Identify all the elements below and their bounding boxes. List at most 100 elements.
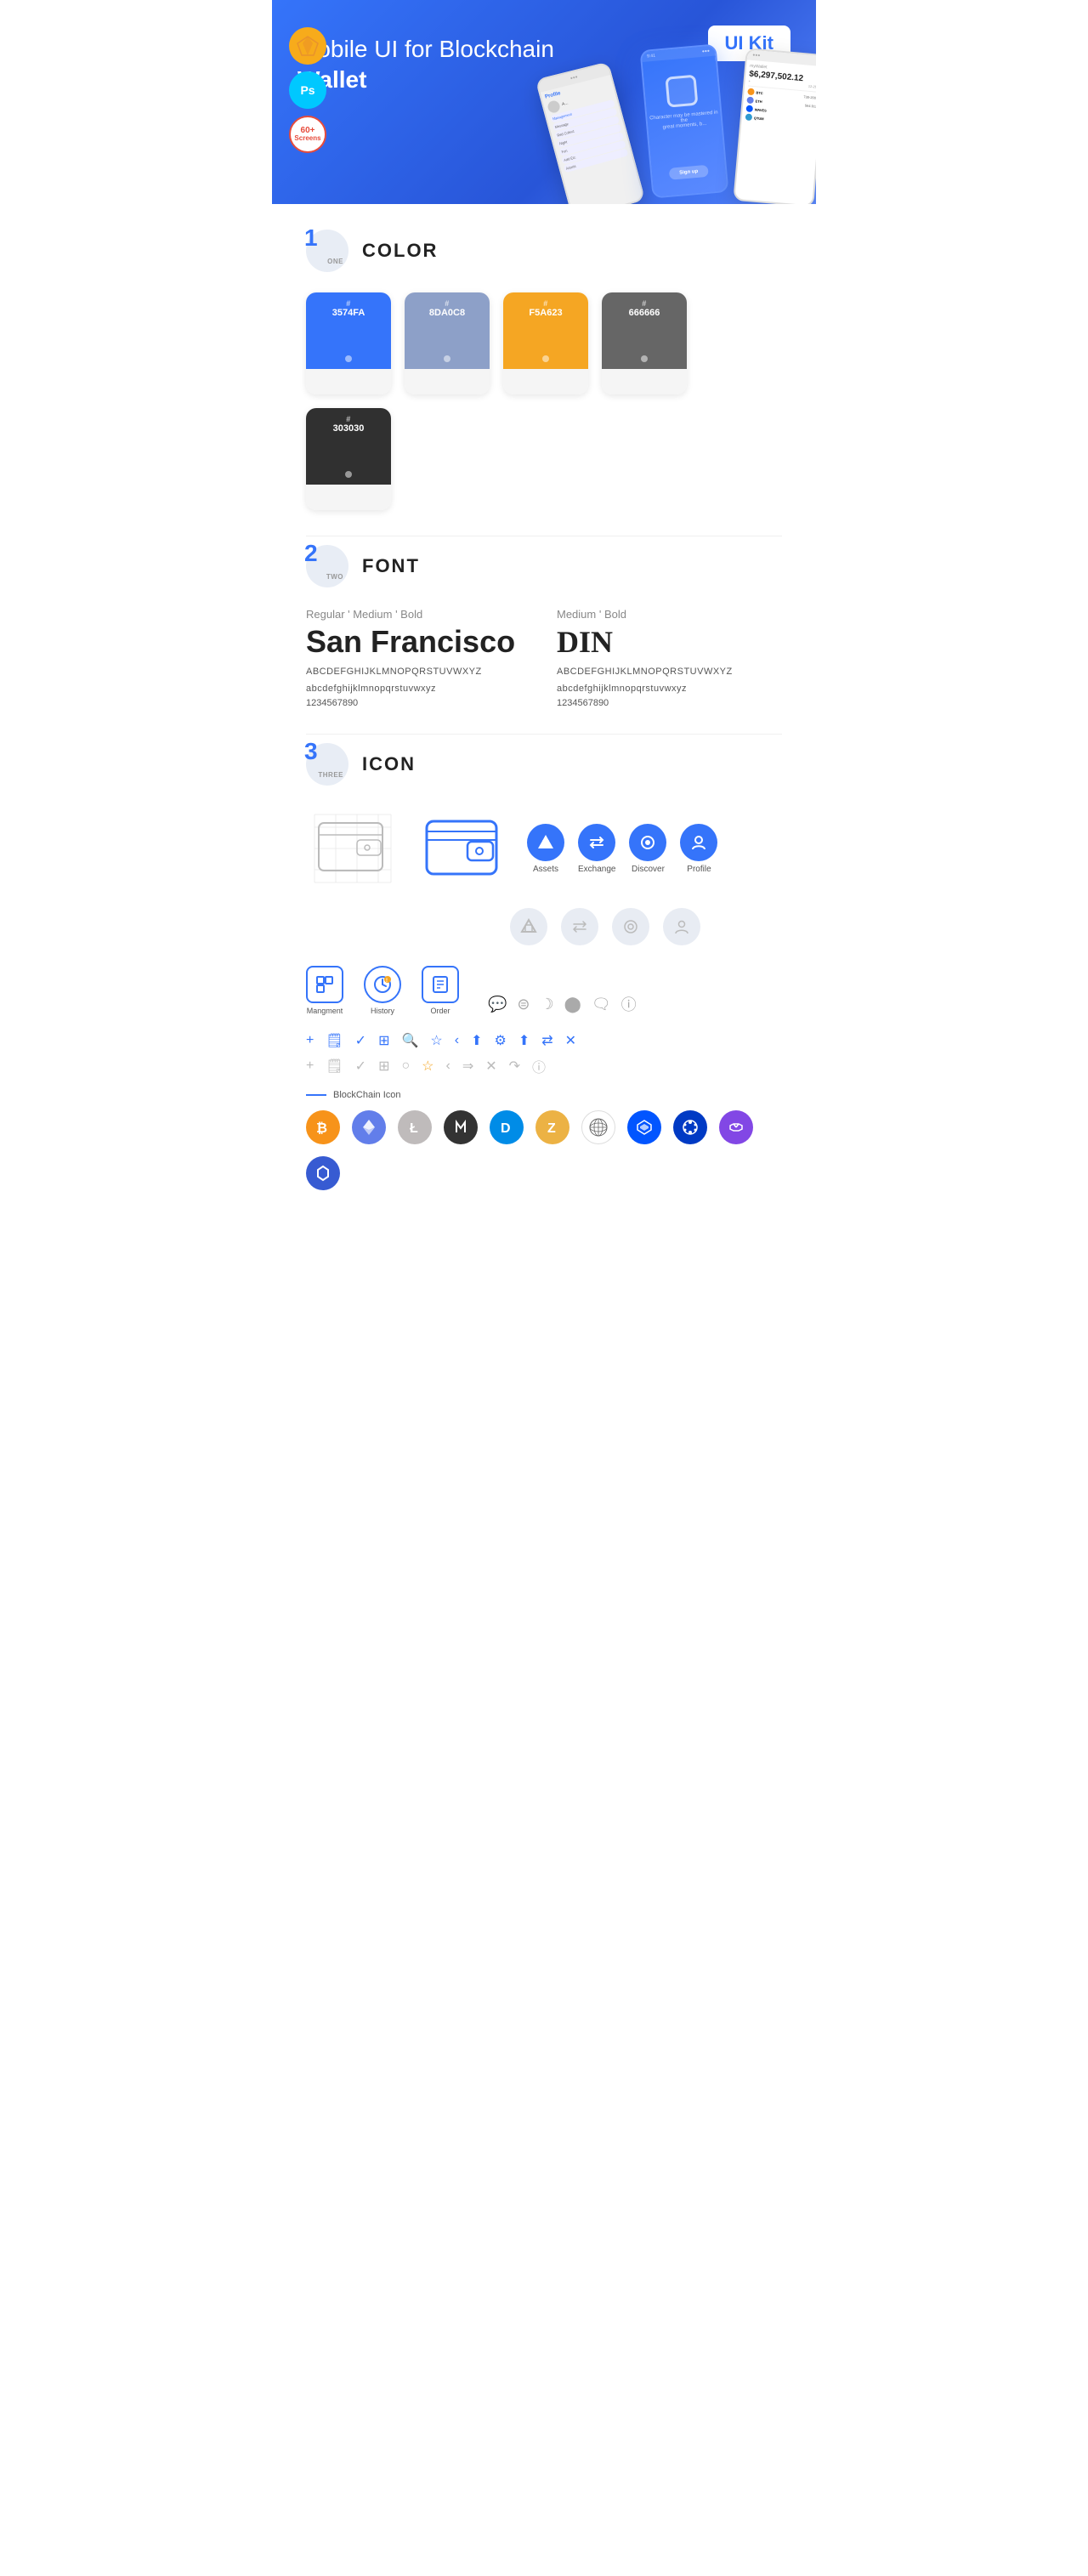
message-icon: 🗨 (592, 996, 611, 1013)
settings-icon: ⚙ (494, 1032, 506, 1049)
ghost-assets-icon (510, 908, 547, 945)
font-sf-name: San Francisco (306, 624, 531, 660)
ghost-plus-icon: + (306, 1058, 314, 1074)
color-section: 1 ONE COLOR # 3574FA # 8DA0C8 # F5A623 (272, 204, 816, 536)
color-section-header: 1 ONE COLOR (306, 230, 782, 272)
nav-profile-label: Profile (687, 865, 711, 874)
font-din-lower: abcdefghijklmnopqrstuvwxyz (557, 682, 782, 697)
svg-text:!: ! (386, 979, 388, 984)
moon-icon: ☽ (541, 996, 554, 1013)
ghost-check-icon: ✓ (355, 1058, 366, 1075)
blockchain-line (306, 1094, 326, 1096)
wallet-filled (416, 806, 510, 891)
ghost-profile-icon (663, 908, 700, 945)
nav-icons-ghost-row (510, 908, 782, 945)
wallet-wireframe (306, 806, 400, 891)
search-icon: 🔍 (401, 1032, 418, 1049)
color-swatches: # 3574FA # 8DA0C8 # F5A623 # (306, 292, 782, 510)
history-icon: ! (364, 966, 401, 1003)
chainlink-icon (306, 1156, 340, 1190)
svg-text:D: D (501, 1121, 511, 1136)
ghost-star-icon: ☆ (422, 1058, 434, 1075)
font-section-header: 2 TWO FONT (306, 545, 782, 587)
order-label: Order (430, 1007, 450, 1015)
chat-icon: 💬 (488, 996, 507, 1013)
cardano-icon (673, 1110, 707, 1144)
info-icon: ⓘ (621, 993, 637, 1015)
exchange-icon (578, 824, 615, 861)
litecoin-icon: Ł (398, 1110, 432, 1144)
color-swatch-dark: # 303030 (306, 408, 391, 510)
font-sf-upper: ABCDEFGHIJKLMNOPQRSTUVWXYZ (306, 665, 531, 680)
color-swatch-gray: # 666666 (602, 292, 687, 394)
nav-exchange-label: Exchange (578, 865, 615, 874)
font-section: 2 TWO FONT Regular ' Medium ' Bold San F… (272, 536, 816, 734)
zcash-icon: Z (536, 1110, 570, 1144)
neo-icon (444, 1110, 478, 1144)
swap-icon: ⇄ (541, 1032, 552, 1049)
svg-text:₿: ₿ (316, 1121, 327, 1136)
ghost-tool-icons-row: + 🗒 ✓ ⊞ ○ ☆ ‹ ⇒ ✕ ↷ ⓘ (306, 1056, 782, 1076)
ghost-x-icon: ✕ (485, 1058, 496, 1075)
polygon-icon (719, 1110, 753, 1144)
ghost-redo-icon: ↷ (509, 1058, 520, 1075)
profile-icon (680, 824, 717, 861)
layers-icon: ⊜ (517, 996, 530, 1013)
back-icon: ‹ (455, 1033, 459, 1048)
nav-assets-label: Assets (533, 865, 558, 874)
management-label: Mangment (307, 1007, 343, 1015)
phone-mockups: ●●● Profile A... Management Message Red … (493, 17, 816, 204)
ps-badge: Ps (289, 71, 326, 109)
hero-section: Mobile UI for Blockchain Wallet UI Kit P… (272, 0, 816, 204)
nav-icon-profile: Profile (680, 824, 717, 874)
mgmt-icon-management: Mangment (306, 966, 343, 1015)
ghost-search-icon: ○ (401, 1058, 410, 1074)
upload-icon: ⬆ (518, 1032, 530, 1049)
hero-badges: Ps 60+Screens (289, 27, 326, 153)
wallet-icons-row: Assets Exchange Discover Profile (306, 806, 782, 891)
management-icon (306, 966, 343, 1003)
icon-section-header: 3 THREE ICON (306, 743, 782, 786)
ethereum-icon (352, 1110, 386, 1144)
font-din-name: DIN (557, 624, 782, 660)
ghost-exchange-icon (561, 908, 598, 945)
waves-icon (627, 1110, 661, 1144)
ghost-discover-icon (612, 908, 649, 945)
font-din: Medium ' Bold DIN ABCDEFGHIJKLMNOPQRSTUV… (557, 608, 782, 708)
svg-text:Ł: Ł (410, 1121, 418, 1136)
icon-section: 3 THREE ICON (272, 735, 816, 1216)
color-swatch-slate: # 8DA0C8 (405, 292, 490, 394)
nav-icon-assets: Assets (527, 824, 564, 874)
font-title: FONT (362, 555, 420, 577)
qr-icon: ⊞ (378, 1032, 389, 1049)
assets-icon (527, 824, 564, 861)
nav-icon-discover: Discover (629, 824, 666, 874)
ghost-info-icon: ⓘ (532, 1056, 546, 1076)
mgmt-icon-order: Order (422, 966, 459, 1015)
font-din-nums: 1234567890 (557, 698, 782, 708)
font-sf: Regular ' Medium ' Bold San Francisco AB… (306, 608, 531, 708)
mgmt-icons-row: Mangment ! History Order 💬 ⊜ (306, 966, 782, 1015)
svg-text:Z: Z (547, 1121, 556, 1136)
blockchain-label: BlockChain Icon (306, 1090, 782, 1100)
small-utility-icons: 💬 ⊜ ☽ ⬤ 🗨 ⓘ (488, 993, 637, 1015)
mgmt-icon-history: ! History (364, 966, 401, 1015)
qtum-grid-icon (581, 1110, 615, 1144)
font-din-upper: ABCDEFGHIJKLMNOPQRSTUVWXYZ (557, 665, 782, 680)
color-title: COLOR (362, 240, 438, 262)
crypto-icons-row: ₿ Ł D Z (306, 1110, 782, 1190)
bitcoin-icon: ₿ (306, 1110, 340, 1144)
note-icon: 🗒 (326, 1032, 343, 1049)
sketch-badge (289, 27, 326, 65)
font-din-style: Medium ' Bold (557, 608, 782, 621)
check-icon: ✓ (355, 1032, 366, 1049)
screens-badge: 60+Screens (289, 116, 326, 153)
font-grid: Regular ' Medium ' Bold San Francisco AB… (306, 608, 782, 708)
ghost-forward-icon: ⇒ (462, 1058, 473, 1075)
share-icon: ⬆ (471, 1032, 482, 1049)
circle-icon: ⬤ (564, 996, 581, 1013)
color-swatch-blue: # 3574FA (306, 292, 391, 394)
plus-icon: + (306, 1033, 314, 1048)
font-sf-style: Regular ' Medium ' Bold (306, 608, 531, 621)
ghost-qr-icon: ⊞ (378, 1058, 389, 1075)
